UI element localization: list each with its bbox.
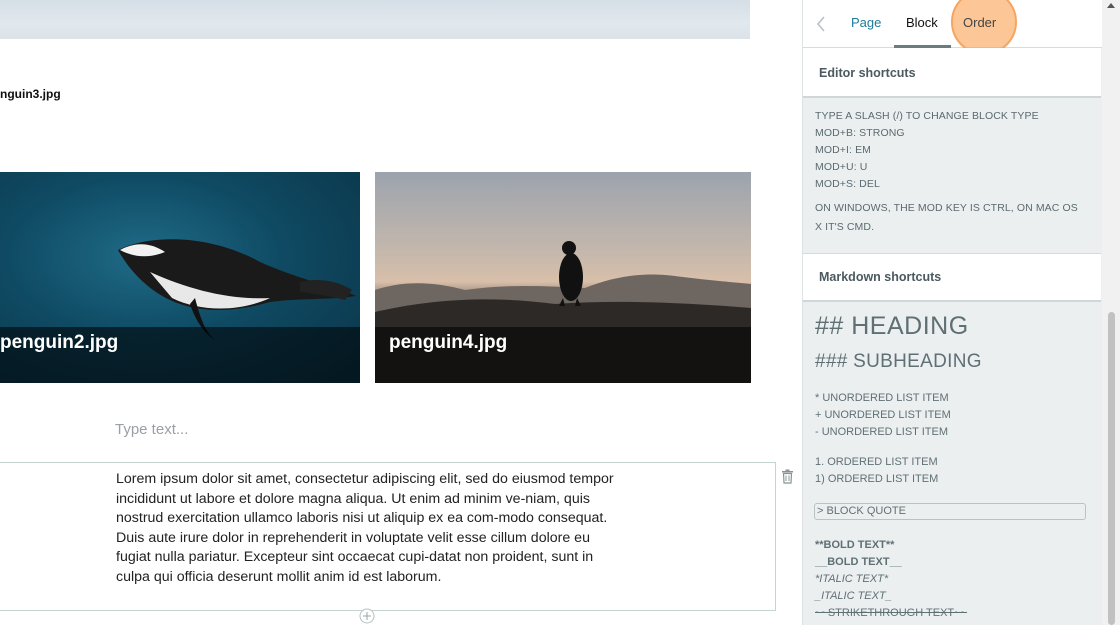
text-block-paragraph[interactable]: Lorem ipsum dolor sit amet, consectetur … (116, 470, 616, 587)
empty-text-block-placeholder[interactable]: Type text... (115, 421, 188, 438)
markdown-shortcuts-header: Markdown shortcuts (803, 253, 1101, 302)
shortcut-item: MOD+I: EM (815, 144, 872, 156)
shortcut-item: MOD+U: U (815, 161, 868, 173)
tab-block[interactable]: Block (906, 15, 938, 30)
italic-example: _ITALIC TEXT_ (815, 590, 892, 602)
editor-shortcuts-header: Editor shortcuts (803, 48, 1101, 98)
shortcut-note: ON WINDOWS, THE MOD KEY IS CTRL, ON MAC … (815, 202, 1078, 233)
add-block-icon[interactable] (359, 608, 375, 624)
tile-title: penguin2.jpg (0, 332, 119, 353)
list-item: + UNORDERED LIST ITEM (815, 409, 951, 421)
block-settings-sidebar: Page Block Order Editor shortcuts TYPE A… (802, 0, 1120, 625)
tile-title: penguin4.jpg (389, 332, 508, 353)
markdown-ordered-list: 1. ORDERED LIST ITEM 1) ORDERED LIST ITE… (815, 454, 938, 488)
list-item: 1. ORDERED LIST ITEM (815, 456, 938, 468)
markdown-subheading-example: ### SUBHEADING (815, 351, 982, 372)
editor-shortcuts-list: TYPE A SLASH (/) TO CHANGE BLOCK TYPE MO… (815, 108, 1085, 237)
tab-page[interactable]: Page (851, 15, 881, 30)
sidebar-tabs: Page Block Order (803, 0, 1103, 55)
shortcut-item: MOD+S: DEL (815, 178, 880, 190)
markdown-unordered-list: * UNORDERED LIST ITEM + UNORDERED LIST I… (815, 390, 951, 441)
bold-example: __BOLD TEXT__ (815, 556, 902, 568)
trash-icon[interactable] (781, 469, 794, 484)
markdown-quote-example: > BLOCK QUOTE (814, 503, 1086, 520)
image-caption: nguin3.jpg (0, 87, 61, 101)
sidebar-scrollbar[interactable] (1102, 0, 1120, 625)
bold-example: **BOLD TEXT** (815, 539, 895, 551)
scroll-thumb[interactable] (1108, 312, 1115, 625)
strikethrough-example: ~~STRIKETHROUGH TEXT~~ (815, 607, 968, 619)
gallery-tile-penguin2[interactable]: penguin2.jpg (0, 172, 360, 383)
markdown-formatting-examples: **BOLD TEXT** __BOLD TEXT__ *ITALIC TEXT… (815, 537, 967, 622)
italic-example: *ITALIC TEXT* (815, 573, 889, 585)
list-item: - UNORDERED LIST ITEM (815, 426, 949, 438)
tab-order[interactable]: Order (963, 15, 996, 30)
list-item: 1) ORDERED LIST ITEM (815, 473, 939, 485)
text-block[interactable]: Lorem ipsum dolor sit amet, consectetur … (0, 462, 776, 611)
shortcut-item: MOD+B: STRONG (815, 127, 905, 139)
shortcut-item: TYPE A SLASH (/) TO CHANGE BLOCK TYPE (815, 110, 1039, 122)
markdown-heading-example: ## HEADING (815, 312, 969, 340)
list-item: * UNORDERED LIST ITEM (815, 392, 949, 404)
section-title: Editor shortcuts (819, 66, 916, 80)
section-title: Markdown shortcuts (819, 270, 942, 284)
chevron-left-icon[interactable] (815, 14, 827, 34)
gallery-tile-penguin4[interactable]: penguin4.jpg (375, 172, 751, 383)
header-image[interactable] (0, 0, 750, 39)
scroll-up-arrow-icon[interactable] (1107, 3, 1115, 8)
